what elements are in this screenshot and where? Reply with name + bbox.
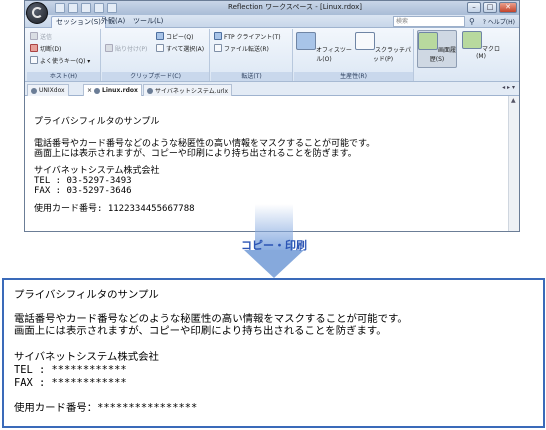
disconnect-icon: [30, 44, 38, 52]
output-line: サイバネットシステム株式会社: [14, 351, 159, 363]
send-icon: [30, 32, 38, 40]
copy-print-label: コピー・印刷: [241, 239, 307, 252]
reflection-window: Reflection ワークスペース - [Linux.rdox] – □ ✕ …: [24, 0, 520, 232]
frequent-keys-button[interactable]: よく使うキー(Q) ▾: [30, 55, 90, 65]
ribbon: 送信 切断(D) よく使うキー(Q) ▾ ホスト(H) 貼り付け(P) コピー(…: [25, 28, 519, 82]
dropdown-icon[interactable]: [107, 3, 117, 13]
screen-history-button[interactable]: 画面履歴(S): [417, 30, 457, 68]
terminal-line: 使用カード番号: 1122334455667788: [34, 204, 195, 214]
doc-tab-unix[interactable]: UNIXdox: [27, 84, 69, 96]
macro-button[interactable]: マクロ(M): [461, 30, 501, 68]
masked-output-panel: プライバシフィルタのサンプル 電話番号やカード番号などのような秘匿性の高い情報を…: [2, 278, 545, 428]
office-tools-icon: [296, 32, 317, 50]
ribbon-group-host: 送信 切断(D) よく使うキー(Q) ▾ ホスト(H): [27, 29, 101, 81]
paste-button[interactable]: 貼り付け(P): [105, 43, 147, 53]
terminal-line: プライバシフィルタのサンプル: [34, 117, 160, 127]
output-line: 画面上には表示されますが、コピーや印刷により持ち出されることを防ぎます。: [14, 325, 387, 337]
tab-list-icon[interactable]: ◂ ▸ ▾: [502, 84, 515, 91]
copy-icon: [156, 32, 164, 40]
app-logo-icon: [32, 7, 43, 18]
file-transfer-icon: [214, 44, 222, 52]
window-title: Reflection ワークスペース - [Linux.rdox]: [228, 3, 362, 11]
terminal-line: FAX : 03-5297-3646: [34, 186, 132, 196]
session-icon: [31, 87, 37, 94]
quick-access-toolbar: [55, 3, 117, 13]
output-line: FAX : ************: [14, 377, 127, 389]
ftp-client-button[interactable]: FTP クライアント(T): [214, 31, 281, 41]
save-icon[interactable]: [55, 3, 65, 13]
ribbon-group-clipboard: 貼り付け(P) コピー(Q) すべて選択(A) クリップボード(C): [102, 29, 210, 81]
ribbon-group-label: 生産性(R): [294, 72, 413, 81]
screen-history-icon: [418, 32, 438, 50]
undo-icon[interactable]: [68, 3, 78, 13]
file-transfer-button[interactable]: ファイル転送(R): [214, 43, 269, 53]
session-icon: [94, 87, 101, 94]
ribbon-group-label: クリップボード(C): [102, 72, 209, 81]
keyboard-icon: [30, 56, 38, 64]
tab-appearance[interactable]: 外観(A): [97, 16, 129, 28]
minimize-button[interactable]: –: [467, 2, 481, 13]
terminal-line: 電話番号やカード番号などのような秘匿性の高い情報をマスクすることが可能です。: [34, 139, 376, 149]
ribbon-tab-bar: セッション(S) 外観(A) ツール(L) 検索 ⚲ ? ヘルプ(H): [25, 15, 519, 28]
terminal-line: 画面上には表示されますが、コピーや印刷により持ち出されることを防ぎます。: [34, 149, 357, 159]
terminal-line: サイバネットシステム株式会社: [34, 166, 160, 176]
output-line: 電話番号やカード番号などのような秘匿性の高い情報をマスクすることが可能です。: [14, 313, 408, 325]
scroll-up-icon[interactable]: ▲: [511, 97, 516, 104]
office-tools-button[interactable]: オフィスツール(O): [296, 31, 352, 69]
title-bar: Reflection ワークスペース - [Linux.rdox] – □ ✕: [25, 1, 519, 15]
app-menu-button[interactable]: [26, 2, 48, 24]
output-line: 使用カード番号：****************: [14, 402, 198, 414]
scratchpad-icon: [354, 32, 375, 50]
scratchpad-button[interactable]: スクラッチパッド(P): [354, 31, 412, 69]
terminal-line: TEL : 03-5297-3493: [34, 176, 132, 186]
redo-icon[interactable]: [81, 3, 91, 13]
send-button[interactable]: 送信: [30, 31, 52, 41]
print-icon[interactable]: [94, 3, 104, 13]
tab-tools[interactable]: ツール(L): [129, 16, 167, 28]
select-all-icon: [156, 44, 164, 52]
document-tab-bar: UNIXdox × Linux.rdox サイバネットシステム.urlx ◂ ▸ …: [25, 82, 519, 96]
maximize-button[interactable]: □: [483, 2, 497, 13]
ribbon-group-label: ホスト(H): [27, 72, 100, 81]
ribbon-group-label: 転送(T): [211, 72, 292, 81]
close-button[interactable]: ✕: [499, 2, 517, 13]
paste-icon: [105, 44, 113, 52]
ribbon-group-transfer: FTP クライアント(T) ファイル転送(R) 転送(T): [211, 29, 293, 81]
doc-tab-linux[interactable]: × Linux.rdox: [83, 84, 142, 96]
down-arrow-icon: [244, 250, 304, 278]
close-icon[interactable]: ×: [87, 87, 92, 94]
window-controls: – □ ✕: [467, 2, 517, 13]
macro-icon: [461, 31, 482, 49]
web-session-icon: [147, 87, 153, 94]
ribbon-group-productivity: オフィスツール(O) スクラッチパッド(P) 生産性(R): [294, 29, 414, 81]
disconnect-button[interactable]: 切断(D): [30, 43, 61, 53]
vertical-scrollbar[interactable]: ▲: [508, 96, 519, 231]
output-line: プライバシフィルタのサンプル: [14, 289, 159, 301]
output-line: TEL : ************: [14, 364, 127, 376]
ftp-icon: [214, 32, 222, 40]
copy-button[interactable]: コピー(Q): [156, 31, 193, 41]
search-icon[interactable]: ⚲: [469, 17, 475, 26]
help-button[interactable]: ? ヘルプ(H): [483, 17, 515, 26]
doc-tab-cybernet[interactable]: サイバネットシステム.urlx: [143, 84, 233, 96]
search-input[interactable]: 検索: [393, 16, 465, 27]
select-all-button[interactable]: すべて選択(A): [156, 43, 204, 53]
